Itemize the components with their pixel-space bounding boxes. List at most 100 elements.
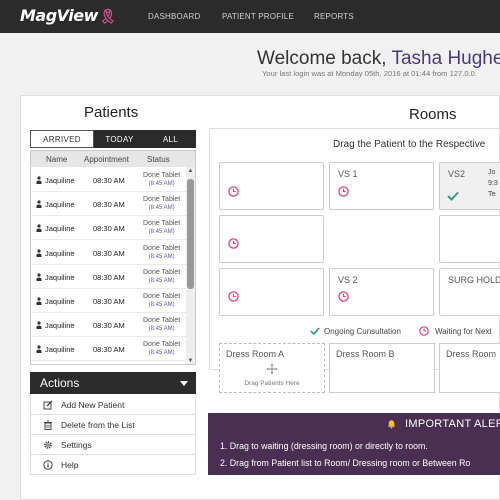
room-slot[interactable] xyxy=(439,215,500,263)
person-icon xyxy=(36,248,42,257)
person-icon xyxy=(36,200,42,209)
patient-name: Jaquiline xyxy=(45,176,75,185)
logo-text: MagView xyxy=(20,6,98,25)
clock-icon xyxy=(228,186,239,197)
status-text: Done Tablet (8:45 AM) xyxy=(143,316,180,334)
action-label: Delete from the List xyxy=(61,420,135,430)
nav-dashboard[interactable]: DASHBOARD xyxy=(148,12,200,21)
status-label: Done Tablet xyxy=(143,317,181,325)
move-icon xyxy=(266,363,278,375)
top-navbar: MagView🎗 DASHBOARD PATIENT PROFILE REPOR… xyxy=(0,0,500,33)
status-time: (8:45 AM) xyxy=(148,350,175,357)
room-vs1[interactable]: VS 1 xyxy=(329,162,434,210)
status-text: Done Tablet (8:45 AM) xyxy=(143,292,180,310)
appointment-time: 08:30 AM xyxy=(93,272,125,282)
action-settings[interactable]: Settings xyxy=(30,435,196,455)
dress-room-label: Dress Room B xyxy=(336,349,395,359)
room-slot[interactable] xyxy=(219,215,324,263)
rooms-instruction: Drag the Patient to the Respective xyxy=(333,139,486,150)
check-icon xyxy=(447,191,459,201)
status-label: Done Tablet xyxy=(143,293,181,300)
scroll-thumb[interactable] xyxy=(187,179,194,289)
status-time: (8:45 AM) xyxy=(148,205,175,212)
status-time: (8:45 AM) xyxy=(148,229,175,236)
patient-name: Jaquiline xyxy=(45,321,75,331)
tab-today[interactable]: TODAY xyxy=(94,130,145,148)
status-label: Done Tablet xyxy=(143,244,181,252)
patient-name: Jaquiline xyxy=(45,272,75,282)
scroll-up-arrow[interactable]: ▲ xyxy=(186,167,195,176)
table-row[interactable]: Jaquiline 08:30 AM Done Tablet (8:45 AM) xyxy=(31,337,187,362)
table-row[interactable]: Jaquiline 08:30 AM Done Tablet (8:45 AM) xyxy=(31,289,187,313)
room-slot[interactable] xyxy=(219,162,324,210)
appointment-time: 08:30 AM xyxy=(93,297,125,306)
person-icon xyxy=(36,224,42,233)
action-label: Settings xyxy=(61,440,92,450)
clock-icon xyxy=(338,291,349,302)
table-row[interactable]: Jaquiline 08:30 AM Done Tablet (8:45 AM) xyxy=(31,241,187,265)
tab-all[interactable]: ALL xyxy=(145,130,196,148)
appointment-time: 08:30 AM xyxy=(93,176,125,185)
patients-title: Patients xyxy=(84,104,139,121)
dress-room-a[interactable]: Dress Room A Drag Patients Here xyxy=(219,343,325,393)
patient-name: Jaquiline xyxy=(45,200,75,210)
room-vs2-second[interactable]: VS 2 xyxy=(329,268,434,316)
table-row[interactable]: Jaquiline 08:30 AM Done Tablet (8:45 AM) xyxy=(31,313,187,338)
column-name[interactable]: Name xyxy=(46,155,67,164)
patient-tabs: ARRIVED TODAY ALL xyxy=(30,130,196,148)
action-add-new-patient[interactable]: Add New Patient xyxy=(30,395,196,415)
scroll-down-arrow[interactable]: ▼ xyxy=(186,357,195,364)
room-slot[interactable] xyxy=(219,268,324,316)
room-occupant: Jo 9:3 Te xyxy=(488,167,498,200)
person-icon xyxy=(36,297,42,305)
patients-table: Name Appointment Status Jaquiline 08:30 A… xyxy=(30,150,196,365)
caret-down-icon xyxy=(180,381,188,386)
dress-room-b[interactable]: Dress Room B xyxy=(329,343,435,393)
nav-patient-profile[interactable]: PATIENT PROFILE xyxy=(222,12,294,21)
magview-logo[interactable]: MagView🎗 xyxy=(20,6,117,25)
trash-icon xyxy=(44,420,52,430)
alert-line: 2. Drag from Patient list to Room/ Dress… xyxy=(220,458,471,468)
action-label: Add New Patient xyxy=(61,400,125,410)
status-time: (8:45 AM) xyxy=(148,181,175,187)
status-text: Done Tablet (8:45 AM) xyxy=(143,340,180,358)
status-label: Done Tablet xyxy=(143,196,181,204)
appointment-time: 08:30 AM xyxy=(93,200,125,210)
table-row[interactable]: Jaquiline 08:30 AM Done Tablet (8:45 AM) xyxy=(31,265,187,289)
column-appointment[interactable]: Appointment xyxy=(84,155,129,164)
welcome-prefix: Welcome back, xyxy=(257,48,392,69)
user-name: Tasha Hughe xyxy=(391,48,500,69)
dress-room-c[interactable]: Dress Room xyxy=(439,343,500,393)
table-scrollbar[interactable]: ▲ ▼ xyxy=(186,167,195,364)
column-status[interactable]: Status xyxy=(147,155,170,164)
dress-room-label: Dress Room xyxy=(446,349,497,359)
status-time: (8:45 AM) xyxy=(148,326,175,333)
drag-hint: Drag Patients Here xyxy=(244,380,300,387)
appointment-time: 08:30 AM xyxy=(93,345,125,355)
table-row[interactable]: Jaquiline 08:30 AM Done Tablet (8:45 AM) xyxy=(31,192,187,217)
tab-arrived[interactable]: ARRIVED xyxy=(30,130,94,148)
actions-header[interactable]: Actions xyxy=(30,372,196,394)
person-icon xyxy=(36,345,42,354)
gear-icon xyxy=(44,441,52,449)
action-label: Help xyxy=(61,460,79,470)
room-vs2[interactable]: VS2 Jo 9:3 Te xyxy=(439,162,500,210)
table-row[interactable]: Jaquiline 08:30 AM Done Tablet (8:45 AM) xyxy=(31,216,187,241)
action-help[interactable]: Help xyxy=(30,455,196,475)
nav-reports[interactable]: REPORTS xyxy=(314,12,354,21)
room-surg-hold[interactable]: SURG HOLD xyxy=(439,268,500,316)
welcome-heading: Welcome back, Tasha Hughe xyxy=(257,48,500,70)
status-label: Done Tablet xyxy=(143,341,181,349)
alert-title: IMPORTANT ALERT xyxy=(405,418,500,430)
patient-name: Jaquiline xyxy=(45,297,75,306)
status-time: (8:45 AM) xyxy=(148,253,175,260)
action-delete-from-list[interactable]: Delete from the List xyxy=(30,415,196,435)
occupant-detail: Te xyxy=(488,191,496,198)
status-time: (8:45 AM) xyxy=(148,302,175,308)
table-row[interactable]: Jaquiline 08:30 AM Done Tablet (8:45 AM) xyxy=(31,168,187,192)
status-text: Done Tablet (8:45 AM) xyxy=(143,195,180,213)
room-label: VS 1 xyxy=(338,169,358,179)
room-label: VS 2 xyxy=(338,275,358,285)
check-icon xyxy=(310,327,320,336)
room-label: VS2 xyxy=(448,169,466,179)
